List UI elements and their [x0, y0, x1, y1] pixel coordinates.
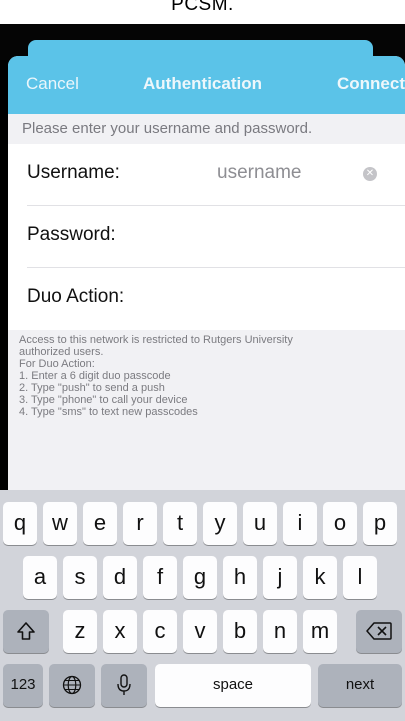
connect-button[interactable]: Connect	[337, 74, 405, 94]
key-b[interactable]: b	[223, 610, 257, 653]
key-w[interactable]: w	[43, 502, 77, 545]
key-u[interactable]: u	[243, 502, 277, 545]
key-a[interactable]: a	[23, 556, 57, 599]
key-p[interactable]: p	[363, 502, 397, 545]
globe-key[interactable]	[49, 664, 95, 707]
navigation-bar: Cancel Authentication Connect	[8, 56, 405, 114]
key-h[interactable]: h	[223, 556, 257, 599]
backspace-key[interactable]	[356, 610, 402, 653]
key-x[interactable]: x	[103, 610, 137, 653]
key-r[interactable]: r	[123, 502, 157, 545]
shift-icon	[17, 622, 35, 640]
key-q[interactable]: q	[3, 502, 37, 545]
next-key[interactable]: next	[318, 664, 402, 707]
key-g[interactable]: g	[183, 556, 217, 599]
status-bar: PCSM.	[0, 0, 405, 24]
backspace-icon	[366, 622, 392, 640]
key-t[interactable]: t	[163, 502, 197, 545]
instruction-text: Please enter your username and password.	[22, 120, 313, 137]
username-field[interactable]: username	[217, 162, 302, 184]
microphone-icon	[117, 674, 131, 695]
key-n[interactable]: n	[263, 610, 297, 653]
key-m[interactable]: m	[303, 610, 337, 653]
credentials-form: Username: username ✕ Password: Duo Actio…	[8, 144, 405, 330]
help-text: Access to this network is restricted to …	[19, 334, 293, 418]
key-d[interactable]: d	[103, 556, 137, 599]
shift-key[interactable]	[3, 610, 49, 653]
password-label: Password:	[27, 224, 116, 245]
key-c[interactable]: c	[143, 610, 177, 653]
key-l[interactable]: l	[343, 556, 377, 599]
key-v[interactable]: v	[183, 610, 217, 653]
keyboard: q w e r t y u i o p a s d f g h j k l z …	[0, 490, 405, 721]
key-j[interactable]: j	[263, 556, 297, 599]
duo-action-row[interactable]: Duo Action:	[8, 268, 405, 330]
clear-icon[interactable]: ✕	[363, 167, 377, 181]
key-s[interactable]: s	[63, 556, 97, 599]
space-key[interactable]: space	[155, 664, 311, 707]
key-k[interactable]: k	[303, 556, 337, 599]
key-z[interactable]: z	[63, 610, 97, 653]
key-o[interactable]: o	[323, 502, 357, 545]
duo-action-label: Duo Action:	[27, 286, 125, 307]
key-e[interactable]: e	[83, 502, 117, 545]
username-row[interactable]: Username: username ✕	[8, 144, 405, 206]
status-text: PCSM.	[171, 0, 234, 15]
username-label: Username:	[27, 162, 120, 183]
key-i[interactable]: i	[283, 502, 317, 545]
microphone-key[interactable]	[101, 664, 147, 707]
numbers-key[interactable]: 123	[3, 664, 43, 707]
key-y[interactable]: y	[203, 502, 237, 545]
key-f[interactable]: f	[143, 556, 177, 599]
password-row[interactable]: Password:	[8, 206, 405, 268]
globe-icon	[62, 675, 82, 695]
